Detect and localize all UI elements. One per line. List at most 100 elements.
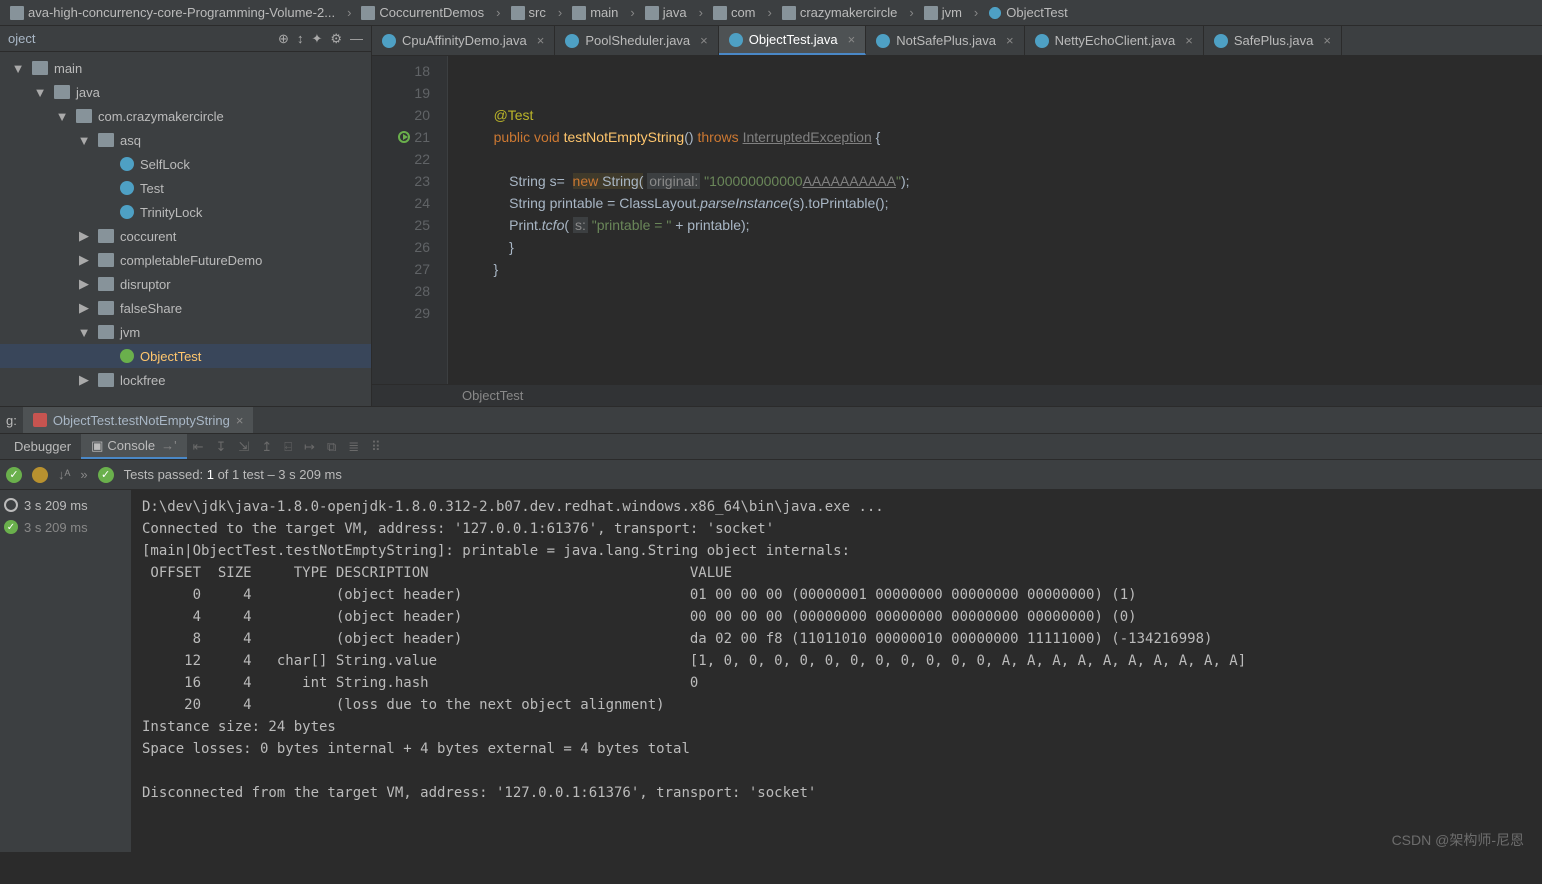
breadcrumb-item[interactable]: main (552, 5, 625, 20)
code-line[interactable]: String s= new String( original: "1000000… (478, 170, 1542, 192)
trace-icon[interactable]: ≣ (342, 439, 365, 455)
tree-node[interactable]: ▼java (0, 80, 371, 104)
layout-icon[interactable]: ⠿ (365, 439, 387, 455)
expand-arrow-icon[interactable]: ▶ (76, 228, 92, 244)
gutter-line[interactable]: 28 (372, 280, 430, 302)
expand-arrow-icon[interactable]: ▼ (76, 325, 92, 340)
code-line[interactable] (478, 302, 1542, 324)
evaluate-icon[interactable]: ⧉ (321, 439, 342, 455)
breadcrumb-item[interactable]: ObjectTest (968, 5, 1074, 20)
project-tool-icon[interactable]: ⚙ (330, 31, 342, 47)
breadcrumb-item[interactable]: ava-high-concurrency-core-Programming-Vo… (4, 5, 341, 20)
editor-tab[interactable]: NotSafePlus.java× (866, 26, 1024, 55)
expand-arrow-icon[interactable]: ▶ (76, 372, 92, 388)
code-line[interactable]: public void testNotEmptyString() throws … (478, 126, 1542, 148)
tree-node[interactable]: ▶completableFutureDemo (0, 248, 371, 272)
tree-node[interactable]: ▶falseShare (0, 296, 371, 320)
gutter-line[interactable]: 18 (372, 60, 430, 82)
expand-arrow-icon[interactable]: ▼ (54, 109, 70, 124)
tree-node[interactable]: Test (0, 176, 371, 200)
editor-tab[interactable]: PoolSheduler.java× (555, 26, 718, 55)
code-line[interactable] (478, 280, 1542, 302)
code-line[interactable]: } (478, 236, 1542, 258)
tree-node[interactable]: ▼jvm (0, 320, 371, 344)
breadcrumb-item[interactable]: src (490, 5, 552, 20)
tree-node[interactable]: ▼com.crazymakercircle (0, 104, 371, 128)
gutter-line[interactable]: 20 (372, 104, 430, 126)
breadcrumb-item[interactable]: java (624, 5, 692, 20)
editor-tab[interactable]: CpuAffinityDemo.java× (372, 26, 555, 55)
test-warn-icon[interactable] (32, 467, 48, 483)
gutter-line[interactable]: 22 (372, 148, 430, 170)
close-icon[interactable]: × (700, 33, 708, 48)
close-icon[interactable]: × (537, 33, 545, 48)
tree-node[interactable]: ▼asq (0, 128, 371, 152)
editor-tab[interactable]: NettyEchoClient.java× (1025, 26, 1204, 55)
project-title[interactable]: oject (8, 31, 35, 46)
expand-arrow-icon[interactable]: ▼ (76, 133, 92, 148)
tree-node[interactable]: ObjectTest (0, 344, 371, 368)
breadcrumb-item[interactable]: crazymakercircle (762, 5, 904, 20)
step-over-icon[interactable]: ⇤ (187, 439, 210, 455)
gutter-line[interactable]: 24 (372, 192, 430, 214)
run-to-cursor-icon[interactable]: ↦ (298, 439, 321, 455)
expand-arrow-icon[interactable]: ▼ (10, 61, 26, 76)
code-line[interactable] (478, 148, 1542, 170)
code-area[interactable]: 181920212223242526272829 @Test public vo… (372, 56, 1542, 384)
tree-node[interactable]: ▼main (0, 56, 371, 80)
editor-tab[interactable]: ObjectTest.java× (719, 26, 866, 55)
console-output[interactable]: D:\dev\jdk\java-1.8.0-openjdk-1.8.0.312-… (132, 490, 1542, 852)
expand-arrow-icon[interactable]: ▶ (76, 300, 92, 316)
step-into-icon[interactable]: ↧ (210, 439, 233, 455)
expand-arrow-icon[interactable]: ▼ (32, 85, 48, 100)
close-icon[interactable]: × (1006, 33, 1014, 48)
drop-frame-icon[interactable]: ⍇ (278, 439, 298, 455)
tree-node[interactable]: ▶coccurent (0, 224, 371, 248)
tree-node[interactable]: ▶disruptor (0, 272, 371, 296)
run-config-tab[interactable]: ObjectTest.testNotEmptyString × (23, 407, 254, 433)
chevron-icon[interactable]: » (80, 467, 87, 482)
gutter-line[interactable]: 26 (372, 236, 430, 258)
console-tab[interactable]: ▣ Console →' (81, 434, 186, 459)
tree-node[interactable]: ▶lockfree (0, 368, 371, 392)
force-step-icon[interactable]: ⇲ (232, 439, 255, 455)
debugger-tab[interactable]: Debugger (4, 434, 81, 459)
console-more-icon[interactable]: →' (161, 438, 176, 453)
line-gutter[interactable]: 181920212223242526272829 (372, 56, 434, 384)
project-tool-icon[interactable]: ↕ (297, 31, 304, 47)
test-result-row[interactable]: 3 s 209 ms (4, 494, 127, 516)
gutter-line[interactable]: 21 (372, 126, 430, 148)
code-line[interactable]: } (478, 258, 1542, 280)
code-line[interactable] (478, 82, 1542, 104)
gutter-line[interactable]: 19 (372, 82, 430, 104)
project-tool-icon[interactable]: ✦ (311, 31, 322, 47)
close-icon[interactable]: × (236, 413, 244, 428)
gutter-line[interactable]: 23 (372, 170, 430, 192)
tree-node[interactable]: TrinityLock (0, 200, 371, 224)
editor-crumb[interactable]: ObjectTest (372, 384, 1542, 406)
gutter-line[interactable]: 27 (372, 258, 430, 280)
code-line[interactable]: String printable = ClassLayout.parseInst… (478, 192, 1542, 214)
code-line[interactable]: @Test (478, 104, 1542, 126)
project-tool-icon[interactable]: ⊕ (278, 31, 289, 47)
run-test-icon[interactable] (398, 131, 410, 143)
project-tree[interactable]: ▼main▼java▼com.crazymakercircle▼asqSelfL… (0, 52, 371, 406)
gutter-line[interactable]: 25 (372, 214, 430, 236)
close-icon[interactable]: × (848, 32, 856, 47)
close-icon[interactable]: × (1323, 33, 1331, 48)
sort-icon[interactable]: ↓ᴬ (58, 467, 70, 482)
editor-tab[interactable]: SafePlus.java× (1204, 26, 1342, 55)
breadcrumb-item[interactable]: CoccurrentDemos (341, 5, 490, 20)
breadcrumb-item[interactable]: jvm (903, 5, 968, 20)
code-line[interactable]: Print.tcfo( s: "printable = " + printabl… (478, 214, 1542, 236)
gutter-line[interactable]: 29 (372, 302, 430, 324)
project-tool-icon[interactable]: — (350, 31, 363, 47)
code-text[interactable]: @Test public void testNotEmptyString() t… (448, 56, 1542, 384)
step-out-icon[interactable]: ↥ (255, 439, 278, 455)
breadcrumb-item[interactable]: com (693, 5, 762, 20)
expand-arrow-icon[interactable]: ▶ (76, 252, 92, 268)
test-pass-icon[interactable]: ✓ (6, 467, 22, 483)
tree-node[interactable]: SelfLock (0, 152, 371, 176)
expand-arrow-icon[interactable]: ▶ (76, 276, 92, 292)
fold-column[interactable] (434, 56, 448, 384)
